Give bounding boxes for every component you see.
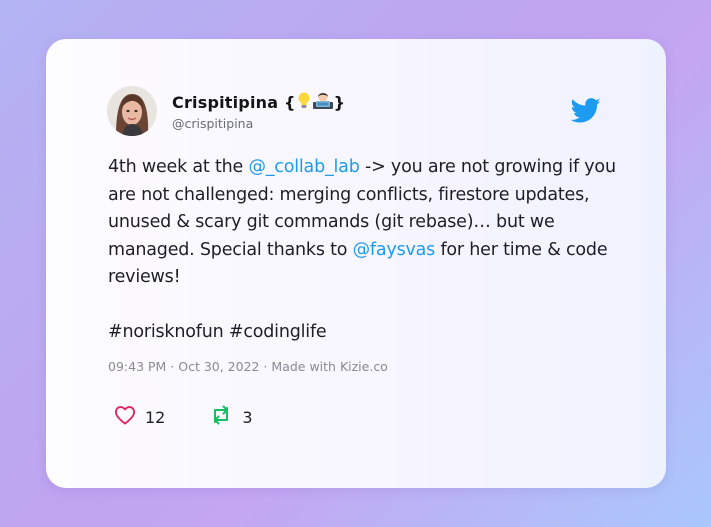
like-button[interactable]: 12 [114,405,165,429]
avatar[interactable] [107,86,157,136]
brace-close: } [333,92,346,112]
like-count: 12 [145,407,166,427]
mention-faysvas[interactable]: @faysvas [353,240,436,260]
woman-technologist-icon [312,91,333,114]
tweet-paragraph: 4th week at the @_collab_lab -> you are … [108,154,618,292]
author-display-name[interactable]: Crispitipina {} [172,91,345,114]
heart-icon [114,405,136,429]
display-name-text: Crispitipina [172,92,279,112]
tweet-card: Crispitipina {} @crispitipina 4th week … [46,39,666,488]
tweet-text-segment: 4th week at the [108,157,249,177]
tweet-meta: 09:43 PM · Oct 30, 2022 · Made with Kizi… [108,359,388,374]
retweet-count: 3 [242,407,253,427]
author-handle[interactable]: @crispitipina [172,116,345,131]
retweet-button[interactable]: 3 [209,405,253,429]
tweet-header: Crispitipina {} @crispitipina [107,86,345,136]
brace-open: { [278,92,296,112]
tweet-hashtags[interactable]: #norisknofun #codinglife [108,319,618,347]
twitter-bird-icon[interactable] [570,98,601,123]
tweet-body: 4th week at the @_collab_lab -> you are … [108,154,618,347]
retweet-icon [209,405,233,429]
mention-collab-lab[interactable]: @_collab_lab [248,157,359,177]
lightbulb-icon [297,92,311,114]
tweet-actions: 12 3 [114,405,297,429]
